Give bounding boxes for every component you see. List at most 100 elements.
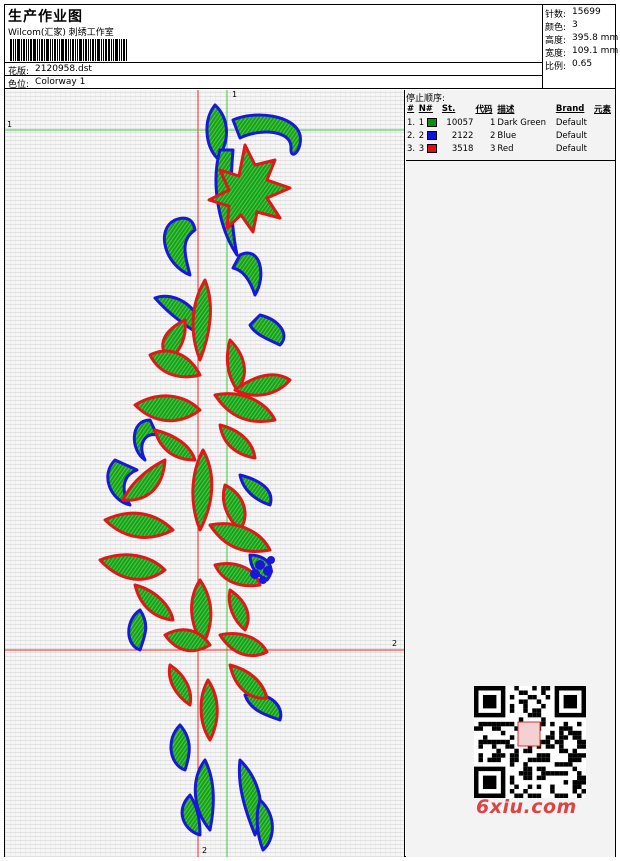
spec-value: 0.65: [572, 59, 593, 69]
qr-module: [577, 735, 582, 740]
barcode-bar: [15, 39, 16, 61]
qr-module: [532, 712, 537, 718]
qr-module: [581, 789, 586, 794]
barcode-bar: [30, 39, 32, 61]
qr-module: [559, 739, 564, 745]
qr-module: [509, 744, 515, 749]
qr-module: [514, 757, 519, 763]
barcode-bar: [105, 39, 107, 61]
qr-module: [563, 771, 569, 776]
qr-module: [514, 753, 519, 758]
row-description: Red: [497, 143, 514, 154]
qr-module: [577, 775, 582, 781]
company-name: Wilcom(汇家) 刺绣工作室: [8, 28, 114, 38]
qr-code-svg: [474, 686, 586, 798]
barcode-bar: [70, 39, 71, 61]
qr-module: [572, 730, 578, 736]
barcode-bar: [59, 39, 60, 61]
qr-module: [536, 708, 542, 713]
barcode-bar: [21, 39, 22, 61]
barcode-bar: [85, 39, 87, 61]
qr-module: [523, 708, 528, 713]
row-n: 1: [418, 116, 441, 129]
table-row: 2. 2 2122 2 Blue Default: [406, 129, 615, 142]
qr-module: [496, 726, 501, 731]
barcode-bar: [111, 39, 112, 61]
barcode-bar: [72, 39, 74, 61]
qr-module: [572, 766, 578, 772]
barcode-bar: [37, 39, 38, 61]
table-header-row: # N# St. 代码 描述 Brand 元素: [406, 102, 615, 116]
barcode-bar: [50, 39, 51, 61]
qr-module: [545, 771, 551, 776]
qr-module: [577, 793, 582, 798]
qr-module: [474, 726, 479, 731]
qr-module: [505, 721, 510, 727]
row-n: 3: [418, 142, 441, 155]
qr-module: [541, 771, 546, 776]
qr-module: [496, 748, 501, 754]
col-header: St.: [441, 104, 456, 114]
barcode-bar: [28, 39, 29, 61]
qr-module: [577, 780, 582, 785]
barcode-bar: [95, 39, 96, 61]
qr-module: [550, 721, 555, 727]
qr-module: [509, 775, 515, 781]
color-swatch-icon: [426, 130, 437, 140]
row-stitches: 10057: [446, 117, 474, 128]
row-index: 1.: [407, 117, 416, 128]
qr-module: [577, 739, 582, 745]
qr-module: [577, 757, 582, 763]
barcode-bar: [52, 39, 53, 61]
qr-module: [554, 762, 560, 767]
qr-module: [550, 730, 555, 736]
barcode-bar: [90, 39, 91, 61]
qr-module: [514, 748, 519, 754]
barcode-bar: [119, 39, 120, 61]
spec-label: 针数:: [545, 10, 567, 20]
qr-module: [500, 721, 506, 727]
barcode-bar: [79, 39, 82, 61]
qr-module: [572, 789, 578, 794]
qr-module: [496, 753, 501, 758]
row-index: 3.: [407, 143, 416, 154]
barcode-bar: [121, 39, 122, 61]
qr-module: [568, 753, 573, 758]
col-header: Brand: [555, 104, 585, 114]
qr-module: [500, 753, 506, 758]
qr-module: [541, 717, 546, 722]
qr-module: [541, 753, 546, 758]
barcode-bar: [23, 39, 25, 61]
row-n-value: 3: [418, 143, 425, 154]
qr-module: [536, 699, 542, 704]
qr-module: [572, 735, 578, 740]
qr-module: [559, 771, 564, 776]
qr-module: [541, 721, 546, 727]
qr-code-icon: [474, 686, 586, 798]
color-swatch-icon: [426, 117, 437, 127]
barcode-bar: [68, 39, 69, 61]
qr-module: [509, 735, 515, 740]
barcode-bar: [57, 39, 58, 61]
production-sheet: 生产作业图 Wilcom(汇家) 刺绣工作室 花版: 2120958.dst 色…: [4, 4, 618, 857]
row-brand: Default: [555, 143, 587, 154]
col-header: 代码: [475, 105, 493, 115]
qr-module: [518, 690, 524, 695]
divider: [5, 62, 542, 63]
qr-module: [509, 762, 515, 767]
spec-value: 15699: [572, 7, 601, 17]
qr-module: [563, 780, 569, 785]
qr-module: [509, 757, 515, 763]
qr-module: [577, 771, 582, 776]
qr-module: [577, 753, 582, 758]
qr-module: [568, 757, 573, 763]
barcode-bar: [77, 39, 78, 61]
qr-module: [518, 699, 524, 704]
qr-module: [577, 784, 582, 790]
qr-module: [527, 694, 533, 700]
qr-module: [518, 717, 524, 722]
qr-module: [491, 721, 497, 727]
qr-module: [523, 690, 528, 695]
qr-module: [478, 721, 483, 727]
qr-module: [478, 753, 483, 758]
